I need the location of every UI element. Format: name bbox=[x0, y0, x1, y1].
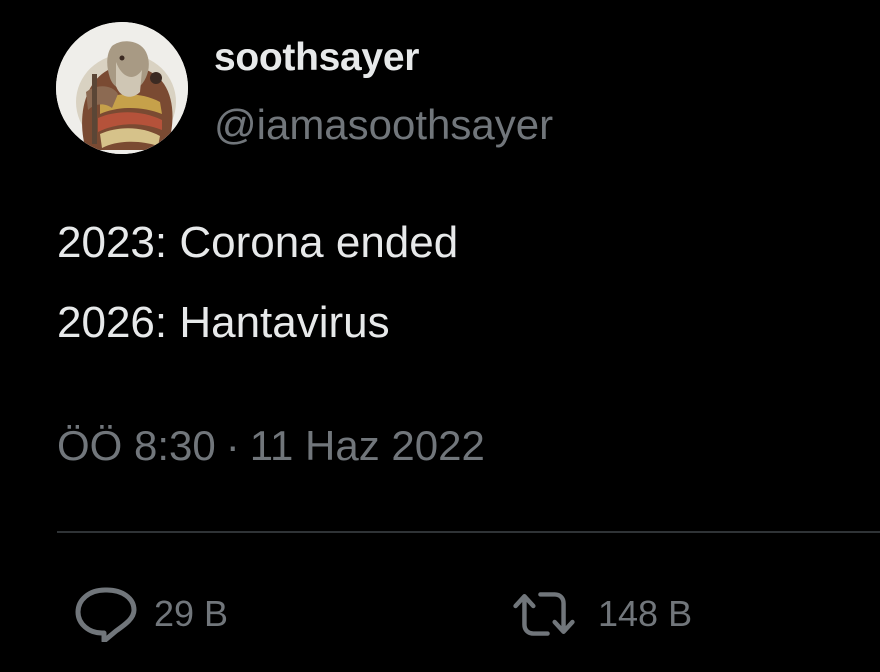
tweet-text-line: 2023: Corona ended bbox=[57, 218, 459, 267]
retweet-button[interactable]: 148 B bbox=[512, 586, 692, 642]
user-handle[interactable]: @iamasoothsayer bbox=[214, 101, 553, 149]
tweet-card: soothsayer @iamasoothsayer 2023: Corona … bbox=[0, 0, 880, 672]
tweet-time: ÖÖ 8:30 bbox=[57, 422, 216, 469]
tweet-text-line: 2026: Hantavirus bbox=[57, 298, 390, 347]
display-name[interactable]: soothsayer bbox=[214, 36, 419, 80]
tweet-date: 11 Haz 2022 bbox=[249, 422, 485, 469]
separator-dot: · bbox=[225, 422, 240, 469]
reply-icon bbox=[74, 586, 138, 642]
divider bbox=[57, 531, 880, 533]
tweet-timestamp[interactable]: ÖÖ 8:30 · 11 Haz 2022 bbox=[57, 422, 485, 470]
retweet-count: 148 B bbox=[598, 593, 693, 634]
reply-button[interactable]: 29 B bbox=[74, 586, 228, 642]
soothsayer-avatar-image bbox=[56, 22, 188, 154]
retweet-icon bbox=[512, 586, 576, 642]
avatar[interactable] bbox=[56, 22, 188, 154]
reply-count: 29 B bbox=[154, 593, 229, 634]
